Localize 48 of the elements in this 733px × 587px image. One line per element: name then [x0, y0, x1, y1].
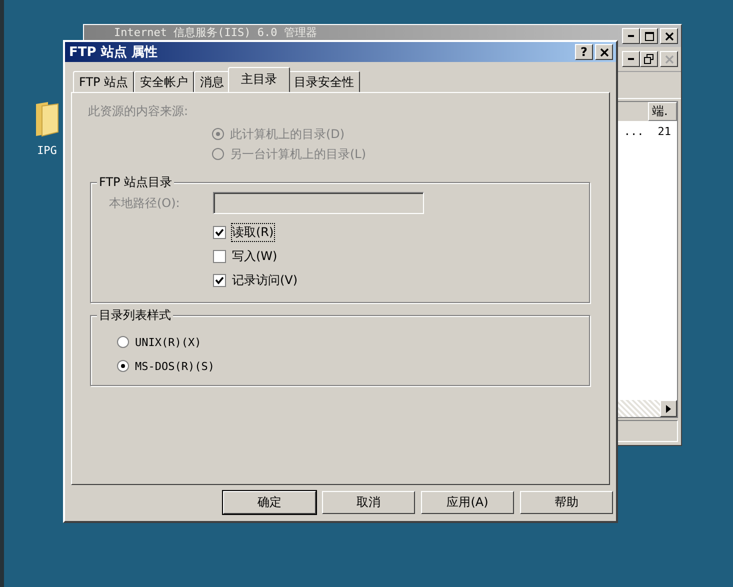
option-label: 此计算机上的目录(D) [230, 126, 345, 142]
checkbox-label: 读取(R) [232, 224, 274, 240]
restore-icon [644, 54, 654, 64]
close-button[interactable] [595, 44, 613, 60]
option-label: MS-DOS(R)(S) [135, 360, 214, 372]
checkbox[interactable] [213, 250, 226, 262]
right-arrow-icon [666, 404, 671, 412]
table-cell: 21 [658, 125, 671, 138]
window-title: Internet 信息服务(IIS) 6.0 管理器 [114, 26, 318, 39]
close-icon [600, 48, 608, 56]
dialog-button[interactable]: 取消 [322, 491, 415, 514]
source-label: 此资源的内容来源: [88, 103, 188, 120]
tab[interactable]: 安全帐户 [134, 71, 194, 92]
option-label: UNIX(R)(X) [135, 336, 202, 348]
minimize-button[interactable] [622, 28, 640, 44]
minimize-icon [628, 58, 634, 60]
restore-button[interactable] [640, 51, 658, 67]
checkbox[interactable] [213, 226, 226, 238]
tab[interactable]: FTP 站点 [73, 71, 134, 92]
maximize-icon [644, 32, 654, 40]
column-header[interactable]: 端. [648, 102, 677, 121]
dialog-button[interactable]: 确定 [223, 491, 316, 514]
group-title: 目录列表样式 [97, 307, 173, 324]
radio-button[interactable] [117, 336, 129, 348]
close-button[interactable] [660, 28, 678, 44]
group-title: FTP 站点目录 [97, 174, 174, 191]
dialog-button[interactable]: 帮助 [520, 491, 613, 514]
checkbox[interactable] [213, 274, 226, 286]
help-button[interactable]: ? [575, 44, 593, 60]
close-button[interactable] [660, 51, 678, 67]
maximize-button[interactable] [640, 28, 658, 44]
checkbox-label: 写入(W) [232, 248, 278, 264]
dialog-title: FTP 站点 属性 [69, 44, 158, 61]
radio-button[interactable] [117, 360, 129, 372]
scroll-right-button[interactable] [660, 400, 677, 417]
path-label: 本地路径(O): [109, 194, 181, 212]
close-icon [664, 32, 674, 40]
checkbox-label: 记录访问(V) [232, 272, 298, 288]
table-cell: ... [624, 125, 644, 138]
tab[interactable]: 目录安全性 [288, 71, 360, 92]
icon-label[interactable]: IPG [37, 144, 57, 157]
minimize-icon [628, 35, 634, 37]
option-label: 另一台计算机上的目录(L) [230, 146, 366, 162]
minimize-button[interactable] [622, 51, 640, 67]
folder-icon[interactable] [34, 100, 60, 138]
close-icon [664, 54, 674, 64]
dialog-button[interactable]: 应用(A) [421, 491, 514, 514]
tab[interactable]: 主目录 [228, 67, 290, 92]
